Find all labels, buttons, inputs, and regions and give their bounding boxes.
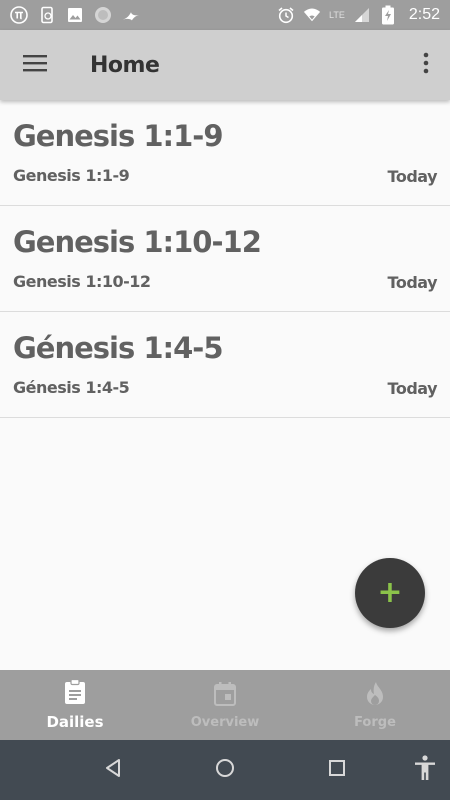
bottom-navigation: Dailies Overview Forge [0,670,450,740]
system-navigation-bar [0,740,450,800]
clipboard-icon [63,678,87,709]
list-item-subtitle: Genesis 1:10-12 [13,272,151,291]
accessibility-button[interactable] [400,740,450,800]
signal-icon [353,6,371,24]
tab-dailies-label: Dailies [46,713,104,731]
status-right-icons: LTE 2:52 [277,5,440,25]
hamburger-menu-icon [23,54,47,76]
list-item[interactable]: Genesis 1:1-9 Genesis 1:1-9 Today [0,100,450,206]
back-icon [103,758,123,782]
back-button[interactable] [88,740,138,800]
circle-app-icon [94,6,112,24]
accessibility-icon [413,755,437,785]
list-item-subtitle: Génesis 1:4-5 [13,378,130,397]
add-icon: + [377,575,403,610]
tab-overview[interactable]: Overview [150,670,300,740]
pi-icon [10,6,28,24]
list-item-date: Today [387,379,438,398]
status-left-icons [10,6,140,24]
list-item-date: Today [387,273,438,292]
calendar-icon [213,681,237,711]
recents-button[interactable] [312,740,362,800]
wifi-icon [303,6,321,24]
list-item[interactable]: Genesis 1:10-12 Genesis 1:10-12 Today [0,206,450,312]
more-vert-icon [423,52,429,78]
alarm-icon [277,6,295,24]
page-title: Home [90,52,160,78]
overflow-menu-button[interactable] [402,30,450,100]
list-item-subtitle: Genesis 1:1-9 [13,166,130,185]
list-item-title: Genesis 1:10-12 [13,225,262,259]
tab-forge[interactable]: Forge [300,670,450,740]
app-root: LTE 2:52 Home Genesis 1:1-9 Genesis 1:1-… [0,0,450,800]
recents-icon [327,758,347,782]
list-item-date: Today [387,167,438,186]
list-item[interactable]: Génesis 1:4-5 Génesis 1:4-5 Today [0,312,450,418]
list-item-title: Genesis 1:1-9 [13,119,224,153]
app-bar: Home [0,30,450,100]
battery-charging-icon [379,5,397,25]
flame-icon [363,681,387,711]
status-bar: LTE 2:52 [0,0,450,30]
add-daily-button[interactable]: + [355,558,425,628]
list-item-title: Génesis 1:4-5 [13,331,224,365]
status-clock: 2:52 [408,6,440,23]
phone-sync-icon [38,6,56,24]
tab-dailies[interactable]: Dailies [0,670,150,740]
dailies-list: Genesis 1:1-9 Genesis 1:1-9 Today Genesi… [0,100,450,418]
image-icon [66,6,84,24]
home-button[interactable] [200,740,250,800]
bird-app-icon [122,6,140,24]
tab-forge-label: Forge [354,714,396,730]
menu-button[interactable] [0,30,70,100]
network-type-label: LTE [329,10,345,20]
tab-overview-label: Overview [190,714,260,730]
home-icon [215,758,235,782]
